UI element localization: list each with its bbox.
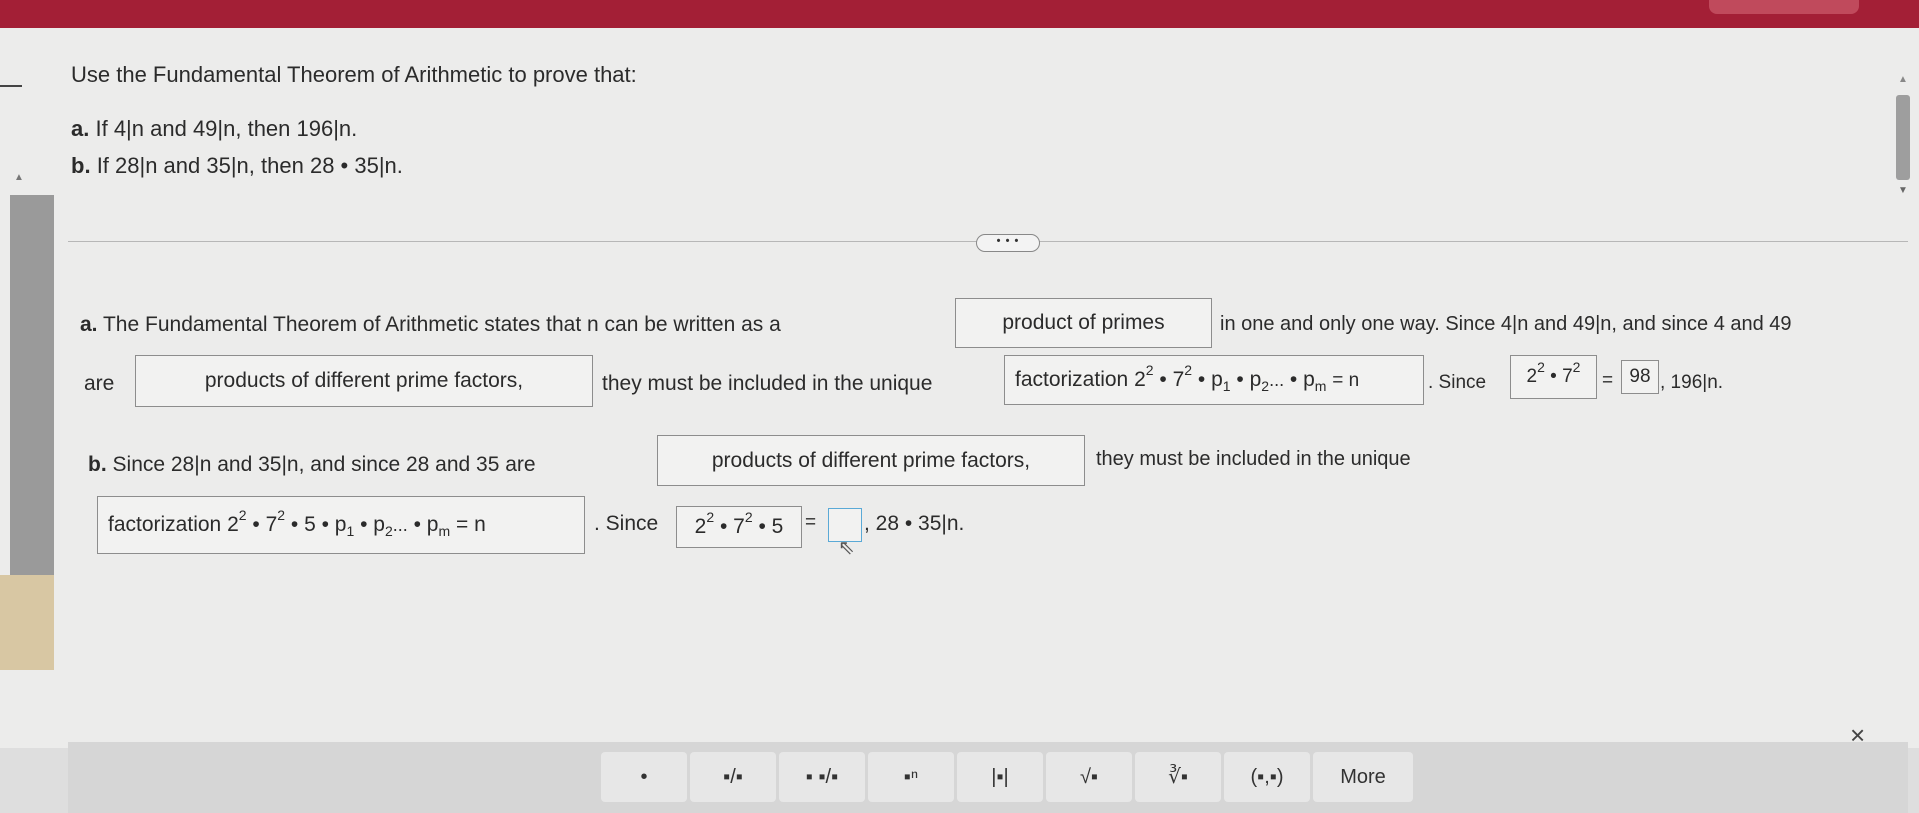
- palette-mixed-number-button[interactable]: ▪ ▪/▪: [779, 752, 865, 802]
- answer-a-label: a.: [80, 313, 98, 336]
- answer-b-text-4: , 28 • 35|n.: [864, 512, 965, 535]
- palette-fraction-button[interactable]: ▪/▪: [690, 752, 776, 802]
- dropdown-factorization-a[interactable]: factorization 22 • 72 • p1 • p2... • pm …: [1004, 355, 1424, 405]
- dropdown-different-prime-factors-a[interactable]: products of different prime factors,: [135, 355, 593, 407]
- answer-a-text-3: are: [84, 372, 115, 395]
- mouse-pointer-icon: ⇖: [838, 537, 855, 559]
- answer-b-label: b.: [88, 453, 107, 476]
- scroll-up-icon[interactable]: ▲: [14, 172, 24, 183]
- answer-input-a[interactable]: 98: [1621, 360, 1659, 394]
- palette-more-button[interactable]: More: [1313, 752, 1413, 802]
- expression-box-a: 22 • 72: [1510, 355, 1597, 399]
- answer-a-text-5: . Since: [1428, 372, 1487, 393]
- answer-b-text-3: . Since: [594, 512, 659, 535]
- left-panel-edge: [0, 575, 54, 670]
- answer-b-text-1-body: Since 28|n and 35|n, and since 28 and 35…: [112, 453, 536, 476]
- part-b-label: b.: [71, 153, 91, 178]
- answer-a-text-6: , 196|n.: [1660, 372, 1724, 393]
- expression-box-b: 22 • 72 • 5: [676, 506, 802, 548]
- dropdown-different-prime-factors-b[interactable]: products of different prime factors,: [657, 435, 1085, 486]
- part-a-text: If 4|n and 49|n, then 196|n.: [95, 116, 358, 141]
- palette-dot-button[interactable]: •: [601, 752, 687, 802]
- expression-2sq-7sq: 22 • 72: [1526, 358, 1581, 387]
- expression-2sq-7sq-5: 22 • 72 • 5: [694, 509, 784, 538]
- question-prompt: Use the Fundamental Theorem of Arithmeti…: [71, 62, 637, 87]
- factorization-word-b: factorization: [108, 513, 222, 536]
- equals-sign-a: =: [1602, 370, 1614, 391]
- palette-square-root-button[interactable]: √▪: [1046, 752, 1132, 802]
- answer-a-text-1: a. The Fundamental Theorem of Arithmetic…: [80, 313, 781, 337]
- answer-b-text-1: b. Since 28|n and 35|n, and since 28 and…: [88, 453, 536, 477]
- right-scrollbar-thumb[interactable]: [1896, 95, 1910, 180]
- answer-a-text-4: they must be included in the unique: [602, 372, 933, 395]
- palette-nth-root-button[interactable]: ∛▪: [1135, 752, 1221, 802]
- answer-a-text-1-body: The Fundamental Theorem of Arithmetic st…: [102, 313, 781, 336]
- equals-sign-b: =: [805, 512, 817, 533]
- palette-absolute-value-button[interactable]: |▪|: [957, 752, 1043, 802]
- scroll-down-icon[interactable]: ▼: [1898, 185, 1908, 196]
- factorization-word-a: factorization: [1015, 368, 1129, 391]
- left-marker: [0, 85, 22, 87]
- question-part-a: a. If 4|n and 49|n, then 196|n.: [71, 116, 357, 142]
- question-part-b: b. If 28|n and 35|n, then 28 • 35|n.: [71, 153, 403, 179]
- factorization-expression-b: 22 • 72 • 5 • p1 • p2... • pm = n: [227, 507, 486, 540]
- close-palette-icon[interactable]: ×: [1850, 720, 1865, 751]
- palette-exponent-button[interactable]: ▪ⁿ: [868, 752, 954, 802]
- expand-button[interactable]: • • •: [976, 234, 1040, 252]
- left-scrollbar[interactable]: [10, 195, 54, 575]
- part-a-label: a.: [71, 116, 90, 141]
- part-b-text: If 28|n and 35|n, then 28 • 35|n.: [96, 153, 403, 178]
- top-bar: [0, 0, 1919, 30]
- scroll-up-icon[interactable]: ▲: [1898, 74, 1908, 85]
- dropdown-factorization-b[interactable]: factorization 22 • 72 • 5 • p1 • p2... •…: [97, 496, 585, 554]
- factorization-expression-a: 22 • 72 • p1 • p2... • pm = n: [1134, 362, 1360, 395]
- palette-ordered-pair-button[interactable]: (▪,▪): [1224, 752, 1310, 802]
- dropdown-product-of-primes[interactable]: product of primes: [955, 298, 1212, 348]
- answer-b-text-2: they must be included in the unique: [1096, 448, 1411, 470]
- answer-a-text-2: in one and only one way. Since 4|n and 4…: [1220, 313, 1792, 335]
- submit-quiz-button[interactable]: [1709, 0, 1859, 14]
